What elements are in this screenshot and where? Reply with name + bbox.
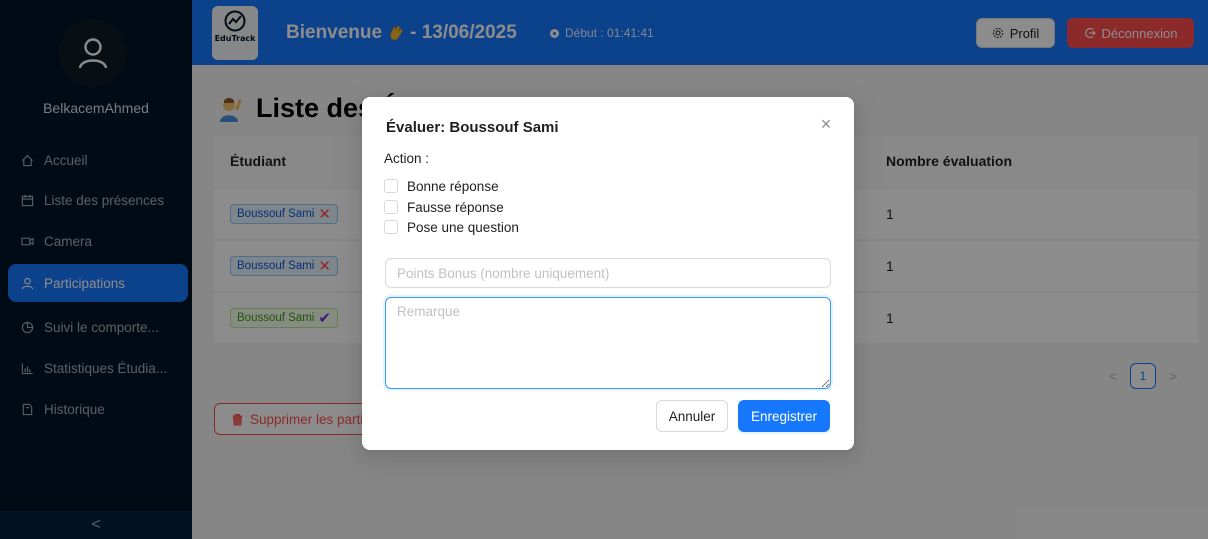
checkbox[interactable]: [384, 200, 398, 214]
close-icon[interactable]: ×: [817, 114, 835, 134]
checkbox-label: Bonne réponse: [407, 178, 499, 194]
evaluate-modal: Évaluer: Boussouf Sami × Action : Bonne …: [362, 97, 854, 450]
checkbox-bonne-reponse[interactable]: Bonne réponse: [384, 177, 499, 195]
checkbox[interactable]: [384, 179, 398, 193]
action-label: Action :: [384, 151, 430, 166]
checkbox[interactable]: [384, 220, 398, 234]
bonus-points-input[interactable]: [385, 258, 831, 288]
cancel-button[interactable]: Annuler: [656, 400, 728, 432]
checkbox-fausse-reponse[interactable]: Fausse réponse: [384, 198, 504, 216]
modal-title: Évaluer: Boussouf Sami: [386, 119, 559, 136]
checkbox-label: Pose une question: [407, 219, 519, 235]
remark-textarea[interactable]: [385, 297, 831, 389]
checkbox-label: Fausse réponse: [407, 199, 504, 215]
checkbox-pose-question[interactable]: Pose une question: [384, 218, 519, 236]
save-button[interactable]: Enregistrer: [738, 400, 830, 432]
